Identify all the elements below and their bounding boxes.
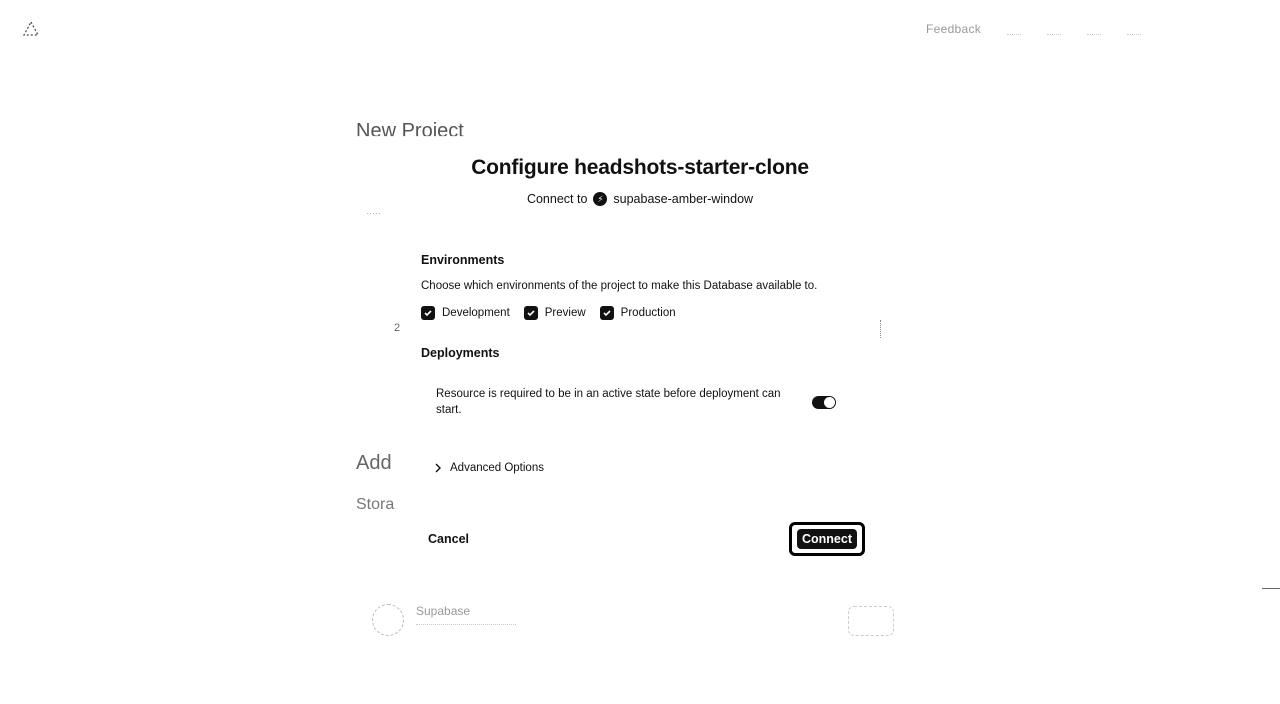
- database-name: supabase-amber-window: [613, 192, 754, 206]
- deployments-setting: Resource is required to be in an active …: [436, 386, 836, 418]
- connect-to-label: Connect to: [526, 192, 588, 206]
- toggle-knob: [824, 396, 835, 408]
- production-checkbox[interactable]: Production: [599, 306, 676, 320]
- supabase-card-button[interactable]: [848, 606, 894, 636]
- storage-heading: Stora: [356, 496, 395, 513]
- supabase-icon: ⚡: [593, 192, 608, 206]
- feedback-button[interactable]: Feedback: [926, 22, 981, 36]
- chevron-right-icon: [435, 463, 441, 473]
- production-label: Production: [620, 307, 676, 319]
- environments-description: Choose which environments of the project…: [421, 280, 818, 292]
- environment-checkboxes: Development Preview Production: [421, 306, 676, 320]
- bg-divider: [880, 320, 882, 338]
- bg-number-label: 2: [394, 322, 401, 334]
- checkbox-checked-icon: [421, 306, 435, 320]
- checkbox-checked-icon: [599, 306, 614, 320]
- environments-title: Environments: [421, 253, 505, 267]
- side-tab[interactable]: [1262, 558, 1280, 589]
- nav-item-faint[interactable]: [1007, 24, 1022, 35]
- vercel-triangle-icon[interactable]: [22, 20, 40, 38]
- bg-faint-text: ·····: [366, 208, 381, 218]
- deployments-description: Resource is required to be in an active …: [436, 388, 781, 416]
- preview-checkbox[interactable]: Preview: [523, 306, 586, 320]
- deployments-title: Deployments: [421, 346, 500, 360]
- top-navigation: Feedback: [926, 22, 1142, 36]
- development-label: Development: [442, 307, 510, 319]
- nav-item-faint[interactable]: [1087, 24, 1102, 35]
- advanced-options-label: Advanced Options: [450, 462, 544, 474]
- connect-button[interactable]: Connect: [789, 522, 865, 556]
- page-title: New Project: [356, 120, 464, 142]
- connect-to-line: Connect to ⚡ supabase-amber-window: [404, 192, 876, 206]
- preview-label: Preview: [544, 307, 586, 319]
- cancel-button[interactable]: Cancel: [428, 532, 469, 546]
- supabase-card-subtitle: [416, 624, 516, 625]
- nav-item-faint[interactable]: [1047, 24, 1062, 35]
- development-checkbox[interactable]: Development: [421, 306, 510, 320]
- dialog-title: Configure headshots-starter-clone: [471, 156, 809, 179]
- advanced-options-expander[interactable]: Advanced Options: [434, 462, 544, 474]
- checkbox-checked-icon: [523, 306, 538, 320]
- active-state-toggle[interactable]: [812, 395, 836, 409]
- connect-label: Connect: [797, 529, 857, 549]
- supabase-card-icon: [372, 604, 404, 636]
- avatar[interactable]: [1127, 24, 1142, 35]
- add-heading: Add: [356, 452, 392, 474]
- supabase-card-title: Supabase: [416, 604, 471, 618]
- configure-dialog: Configure headshots-starter-clone Connec…: [404, 148, 876, 564]
